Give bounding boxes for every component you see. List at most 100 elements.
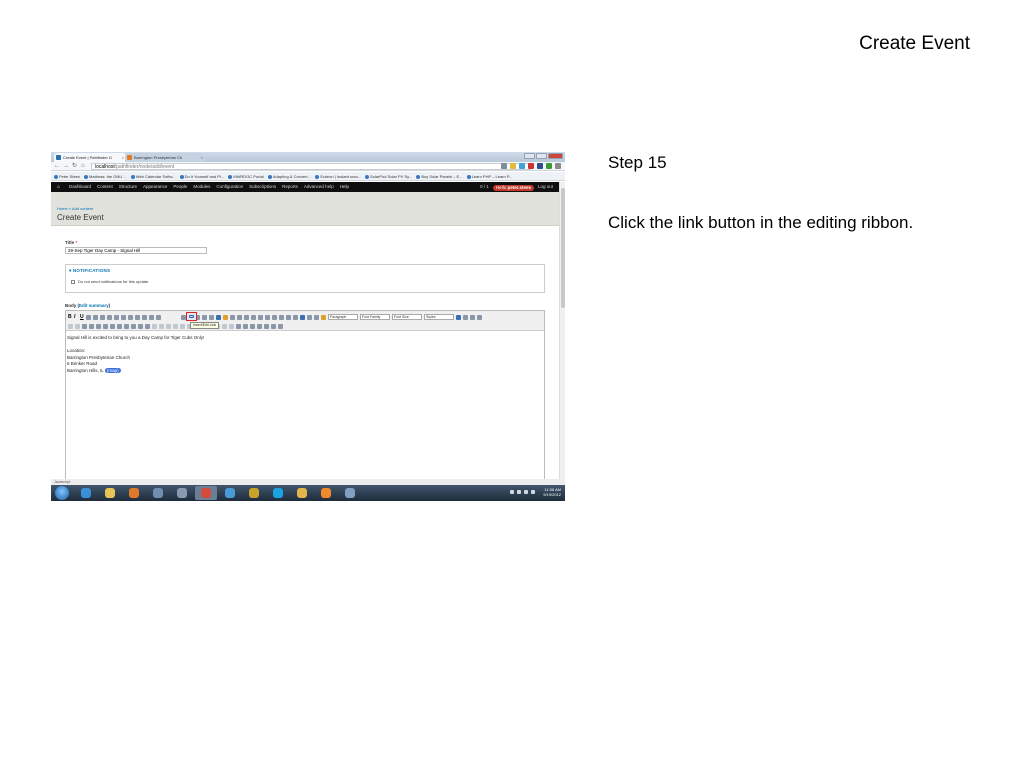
edit-summary-link[interactable]: Edit summary [79, 303, 109, 308]
subscript-button[interactable] [230, 314, 235, 320]
align-right-button[interactable] [107, 314, 112, 320]
bookmark-item[interactable]: Peter Stees [54, 172, 80, 180]
copy-button[interactable] [265, 314, 270, 320]
taskbar-app-icon[interactable] [171, 486, 193, 500]
absolute-button[interactable] [180, 323, 185, 329]
taskbar-firefox-icon[interactable] [123, 486, 145, 500]
clock[interactable]: 11:58 AM 9/19/2012 [543, 487, 561, 497]
taskbar-folder-icon[interactable] [291, 486, 313, 500]
insert-row-button[interactable] [103, 323, 108, 329]
vertical-scrollbar[interactable] [559, 182, 565, 479]
tab-close-icon[interactable]: × [201, 153, 203, 162]
star-icon[interactable] [510, 163, 516, 169]
font-color-button[interactable] [264, 323, 269, 329]
bookmark-item[interactable]: MWRDGC Portal [228, 172, 264, 180]
menu-item-subscriptions[interactable]: Subscriptions [249, 182, 276, 192]
bookmark-item[interactable]: Do It Yourself and Pl... [179, 172, 224, 180]
extension-icon[interactable] [528, 163, 534, 169]
abbr-text-button[interactable] [257, 323, 262, 329]
paste-text-button[interactable] [279, 314, 284, 320]
menu-item-reports[interactable]: Reports [282, 182, 298, 192]
menu-item-structure[interactable]: Structure [119, 182, 137, 192]
back-arrow-icon[interactable]: ← [54, 163, 60, 170]
table-button[interactable] [82, 323, 87, 329]
tab-close-icon[interactable]: × [122, 153, 124, 162]
fullscreen-button[interactable] [456, 314, 461, 320]
emotions-button[interactable] [300, 314, 305, 320]
attribs-button[interactable] [229, 323, 234, 329]
code-button[interactable] [209, 314, 214, 320]
browser-tab-barrington[interactable]: Barrington Presbyterian Ch × [125, 153, 205, 162]
ltr-button[interactable] [307, 314, 312, 320]
taskbar-app-icon[interactable] [219, 486, 241, 500]
maximize-button[interactable] [536, 153, 547, 159]
blockquote-button[interactable] [244, 314, 249, 320]
page-icon[interactable] [501, 163, 507, 169]
menu-item-people[interactable]: People [173, 182, 187, 192]
taskbar-skype-icon[interactable] [267, 486, 289, 500]
browser-tab-create-event[interactable]: Create Event | Pathfinder D × [54, 153, 126, 162]
format-select[interactable]: Paragraph [328, 314, 358, 320]
spell-check-button[interactable] [145, 323, 150, 329]
extension-icon[interactable] [519, 163, 525, 169]
nonbreaking-button[interactable] [236, 323, 241, 329]
rtl-button[interactable] [314, 314, 319, 320]
menu-item-help[interactable]: Help [340, 182, 349, 192]
bookmark-item[interactable]: Adapting & Convert... [267, 172, 311, 180]
preview-button[interactable] [463, 314, 468, 320]
wrench-icon[interactable] [555, 163, 561, 169]
taskbar-xampp-icon[interactable] [315, 486, 337, 500]
template-button[interactable] [250, 323, 255, 329]
reload-icon[interactable]: ↻ [72, 163, 77, 170]
menu-item-appearance[interactable]: Appearance [143, 182, 167, 192]
print-button[interactable] [470, 314, 475, 320]
notifications-checkbox[interactable] [71, 280, 75, 284]
admin-home-icon[interactable]: ⌂ [57, 182, 60, 192]
layer-forward-button[interactable] [166, 323, 171, 329]
italic-button[interactable]: I [74, 314, 78, 320]
bookmark-item[interactable]: Scrieon | Instant scra... [315, 172, 361, 180]
bookmark-item[interactable]: Mathnas: the GNU ... [84, 172, 127, 180]
superscript-button[interactable] [237, 314, 242, 320]
taskbar-explorer-icon[interactable] [99, 486, 121, 500]
charmap-button[interactable] [293, 314, 298, 320]
numbered-list-button[interactable] [128, 314, 133, 320]
strikethrough-button[interactable] [86, 314, 91, 320]
help-button[interactable] [321, 314, 326, 320]
extension-icon[interactable] [537, 163, 543, 169]
delete-row-button[interactable] [110, 323, 115, 329]
redo-button[interactable] [156, 314, 161, 320]
bookmark-item[interactable]: Learn PHP – Learn P... [466, 172, 512, 180]
justify-button[interactable] [114, 314, 119, 320]
check-icon[interactable] [546, 163, 552, 169]
insert-col-button[interactable] [117, 323, 122, 329]
hr-button[interactable] [251, 314, 256, 320]
align-left-button[interactable] [93, 314, 98, 320]
split-cells-button[interactable] [131, 323, 136, 329]
delete-col-button[interactable] [124, 323, 129, 329]
notifications-legend[interactable]: ▾ NOTIFICATIONS [69, 268, 110, 274]
media-button[interactable] [271, 323, 276, 329]
network-icon[interactable] [524, 490, 528, 494]
ins-button[interactable] [222, 323, 227, 329]
row-props-button[interactable] [89, 323, 94, 329]
pagebreak-button[interactable] [243, 323, 248, 329]
paste-word-button[interactable] [286, 314, 291, 320]
tray-icon[interactable] [510, 490, 514, 494]
replace-button[interactable] [75, 323, 80, 329]
taskbar-app-icon[interactable] [147, 486, 169, 500]
merge-cells-button[interactable] [138, 323, 143, 329]
styles-select[interactable]: Styles [424, 314, 454, 320]
font-size-select[interactable]: Font Size [392, 314, 422, 320]
insert-edit-link-button[interactable] [186, 312, 197, 321]
source-button[interactable] [477, 314, 482, 320]
bullet-list-button[interactable] [121, 314, 126, 320]
background-color-button[interactable] [223, 314, 228, 320]
selected-text[interactable]: (map) [104, 367, 121, 373]
outdent-button[interactable] [135, 314, 140, 320]
taskbar-app-icon[interactable] [243, 486, 265, 500]
menu-item-configuration[interactable]: Configuration [216, 182, 243, 192]
breadcrumb[interactable]: Home » Add content [57, 206, 93, 211]
cut-button[interactable] [258, 314, 263, 320]
taskbar-ie-icon[interactable] [75, 486, 97, 500]
